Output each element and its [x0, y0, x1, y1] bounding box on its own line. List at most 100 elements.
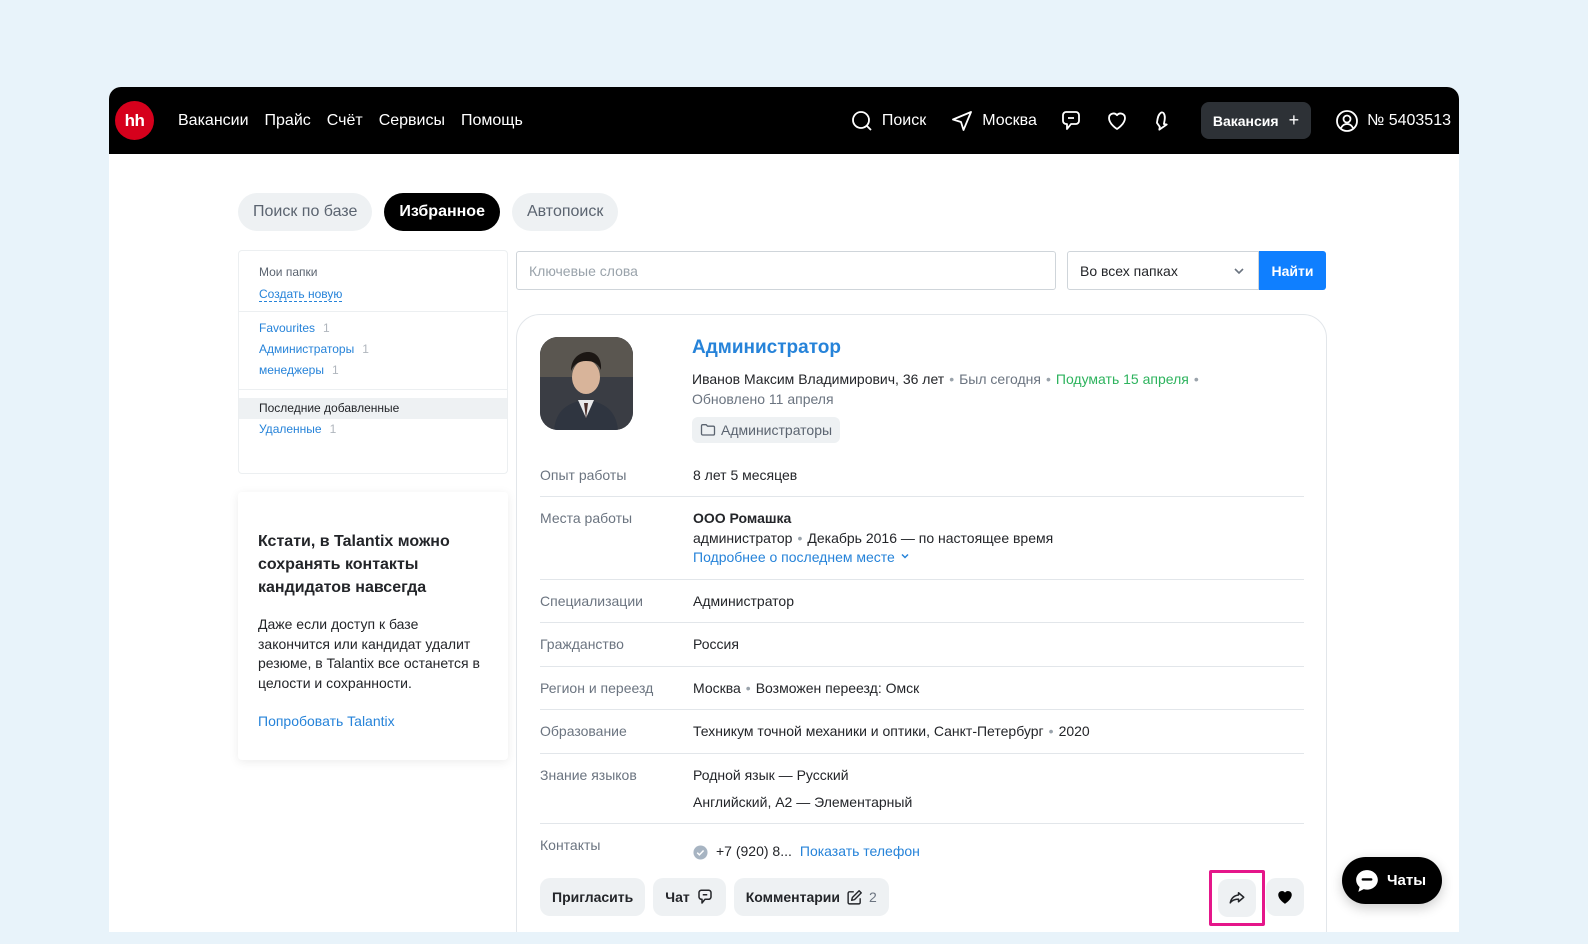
- candidate-position[interactable]: Администратор: [692, 337, 841, 359]
- deleted-folder-item[interactable]: Удаленные 1: [259, 419, 487, 440]
- search-icon: [851, 110, 872, 131]
- comments-button[interactable]: Комментарии 2: [733, 878, 889, 916]
- search-link[interactable]: Поиск: [850, 109, 926, 133]
- reminder-date[interactable]: Подумать 15 апреля: [1056, 371, 1189, 387]
- folder-chip[interactable]: Администраторы: [692, 417, 841, 443]
- favorites-heart-icon[interactable]: [1105, 109, 1129, 133]
- tab-autosearch[interactable]: Автопоиск: [511, 193, 619, 231]
- show-phone-link[interactable]: Показать телефон: [800, 842, 920, 862]
- share-arrow-icon: [1229, 892, 1245, 904]
- row-jobs: Места работы ООО Ромашка администратор • Д…: [540, 497, 1304, 580]
- folder-item[interactable]: Favourites 1: [259, 318, 487, 339]
- row-value: +7 (920) 8... Показать телефон: [693, 836, 920, 868]
- folder-count: 1: [323, 321, 330, 335]
- chat-bubble-icon: [1356, 869, 1378, 892]
- location-arrow-icon: [952, 110, 973, 131]
- row-languages: Знание языков Родной язык — Русский Англ…: [540, 754, 1304, 824]
- chevron-down-icon: [901, 553, 909, 559]
- row-region: Регион и переезд Москва • Возможен переезд…: [540, 667, 1304, 710]
- keywords-input[interactable]: [516, 251, 1056, 290]
- nav-services[interactable]: Сервисы: [379, 112, 445, 130]
- education-name: Техникум точной механики и оптики, Санкт…: [693, 723, 1044, 739]
- create-vacancy-button[interactable]: Вакансия +: [1200, 102, 1312, 139]
- language-other: Английский, A2 — Элементарный: [693, 793, 913, 810]
- top-right-controls: Поиск Москва Вакансия + № 5403513: [826, 102, 1451, 139]
- row-label: Образование: [540, 723, 627, 739]
- create-vacancy-label: Вакансия: [1212, 112, 1279, 129]
- folder-select[interactable]: Во всех папках: [1067, 251, 1259, 290]
- recent-folder-item[interactable]: Последние добавленные: [239, 398, 507, 419]
- talantix-promo: Кстати, в Talantix можно сохранять конта…: [238, 492, 508, 760]
- last-seen: Был сегодня: [959, 371, 1041, 387]
- row-value: Администратор: [693, 593, 795, 609]
- row-contacts: Контакты +7 (920) 8... Показать телефон: [540, 824, 1304, 868]
- chevron-down-icon: [1234, 267, 1244, 274]
- nav-vacancies[interactable]: Вакансии: [178, 112, 249, 130]
- find-button[interactable]: Найти: [1259, 251, 1326, 290]
- candidate-card: Администратор Иванов Максим Владимирович…: [516, 314, 1327, 932]
- nav-help[interactable]: Помощь: [461, 112, 523, 130]
- tab-database-search[interactable]: Поиск по базе: [238, 193, 373, 231]
- hh-logo[interactable]: hh: [115, 101, 154, 140]
- favorite-button[interactable]: [1266, 878, 1304, 916]
- search-label: Поиск: [881, 111, 927, 129]
- folder-select-value: Во всех папках: [1080, 262, 1178, 279]
- education-year: 2020: [1058, 723, 1090, 739]
- top-bar: hh Вакансии Прайс Счёт Сервисы Помощь По…: [109, 87, 1459, 154]
- candidate-meta: Иванов Максим Владимирович, 36 лет • Был с…: [692, 371, 1199, 407]
- row-value: Родной язык — Русский Английский, A2 — Э…: [693, 766, 912, 823]
- messages-icon[interactable]: [1059, 109, 1083, 133]
- system-folders: Последние добавленные Удаленные 1: [239, 390, 507, 450]
- folder-item[interactable]: менеджеры 1: [259, 360, 487, 381]
- folder-name: Администраторы: [259, 342, 355, 356]
- user-menu[interactable]: № 5403513: [1335, 109, 1451, 133]
- notifications-bell-icon[interactable]: [1151, 109, 1175, 133]
- candidate-name-age: Иванов Максим Владимирович, 36 лет: [692, 371, 945, 387]
- row-citizenship: Гражданство Россия: [540, 623, 1304, 667]
- recent-folder-name: Последние добавленные: [259, 401, 400, 415]
- nav-price[interactable]: Прайс: [265, 112, 311, 130]
- folder-count: 1: [362, 342, 369, 356]
- logo-text: hh: [124, 110, 145, 130]
- create-folder-link[interactable]: Создать новую: [259, 287, 343, 302]
- row-label: Знание языков: [540, 767, 637, 783]
- folder-count: 1: [331, 363, 339, 377]
- chat-button[interactable]: Чат: [653, 878, 726, 916]
- region-city: Москва: [693, 680, 741, 696]
- row-value: Москва • Возможен переезд: Омск: [693, 680, 920, 696]
- job-title: администратор: [693, 529, 793, 546]
- invite-button[interactable]: Пригласить: [540, 878, 646, 916]
- candidate-photo[interactable]: [540, 337, 633, 430]
- main-nav: Вакансии Прайс Счёт Сервисы Помощь: [178, 112, 523, 130]
- row-value: Техникум точной механики и оптики, Санкт…: [693, 723, 1090, 739]
- share-highlight-frame: [1209, 870, 1265, 926]
- deleted-folder-count: 1: [329, 422, 337, 436]
- row-value: Россия: [693, 636, 739, 652]
- row-value: ООО Ромашка администратор • Декабрь 2016 —…: [693, 509, 1053, 579]
- city-label: Москва: [982, 111, 1037, 129]
- row-label: Гражданство: [540, 636, 624, 652]
- try-talantix-link[interactable]: Попробовать Talantix: [258, 713, 488, 729]
- comments-label: Комментарии: [745, 889, 841, 905]
- city-selector[interactable]: Москва: [950, 109, 1037, 133]
- chats-label: Чаты: [1387, 872, 1427, 889]
- folders-header: Мои папки Создать новую: [239, 251, 507, 312]
- row-specialization: Специализации Администратор: [540, 580, 1304, 623]
- share-button[interactable]: [1218, 879, 1256, 917]
- user-icon: [1336, 109, 1358, 132]
- folder-item[interactable]: Администраторы 1: [259, 339, 487, 360]
- invite-label: Пригласить: [552, 889, 634, 905]
- promo-text: Даже если доступ к базе закончится или к…: [258, 616, 480, 691]
- verified-check-icon: [693, 844, 708, 860]
- edit-icon: [847, 889, 862, 905]
- job-more-link[interactable]: Подробнее о последнем месте: [693, 548, 1053, 568]
- phone-masked: +7 (920) 8...: [716, 843, 792, 860]
- row-education: Образование Техникум точной механики и о…: [540, 710, 1304, 754]
- language-native: Родной язык — Русский: [693, 767, 849, 783]
- comments-count: 2: [869, 889, 877, 905]
- chats-button[interactable]: Чаты: [1342, 857, 1443, 904]
- nav-account[interactable]: Счёт: [327, 112, 363, 130]
- tab-favorites[interactable]: Избранное: [384, 193, 500, 231]
- row-label: Специализации: [540, 593, 643, 609]
- updated-date: Обновлено 11 апреля: [692, 390, 834, 407]
